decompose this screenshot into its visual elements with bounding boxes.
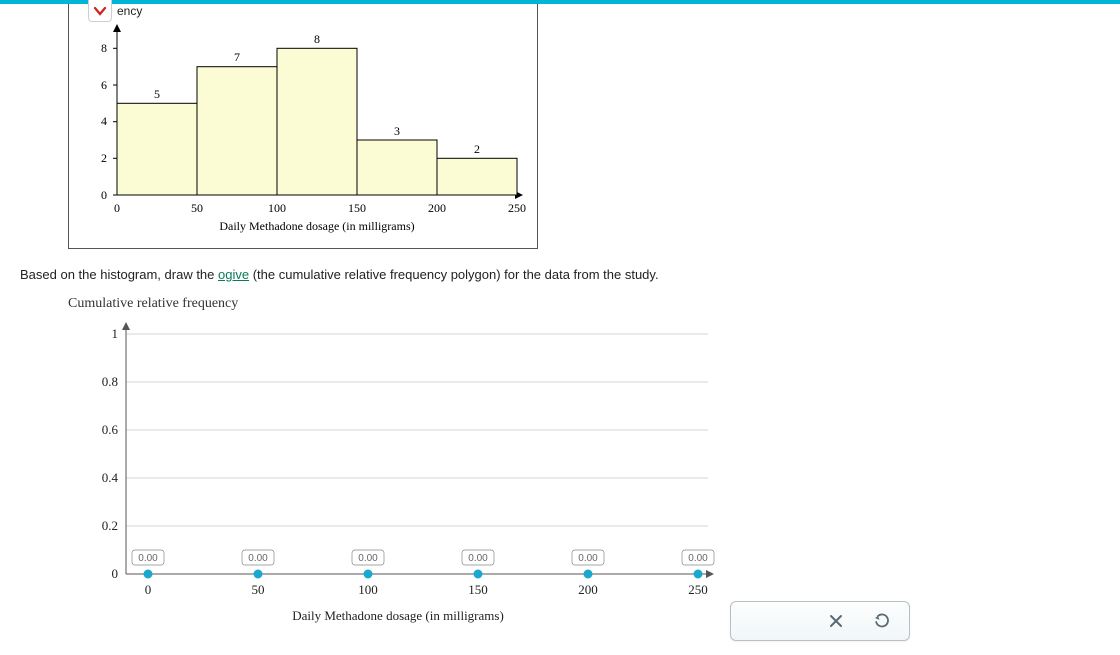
close-icon [829,614,843,628]
hist-ytick: 6 [101,78,107,92]
ogive-point-value: 0.00 [578,553,598,564]
undo-icon [874,613,890,629]
ogive-chart[interactable]: 0 0.2 0.4 0.6 0.8 1 0.00 0.00 0.00 0. [68,314,728,604]
ogive-point-handle[interactable] [694,570,703,579]
question-prompt: Based on the histogram, draw the ogive (… [20,267,1100,282]
hist-xtick: 50 [191,201,203,215]
histogram-ylabel: ency [77,4,529,20]
hist-bar [117,103,197,195]
hist-bar-label: 5 [154,87,160,101]
ogive-ytick: 1 [112,326,119,341]
hist-bar-label: 7 [234,50,240,64]
ogive-point-value: 0.00 [468,553,488,564]
hist-xtick: 150 [348,201,366,215]
ogive-xtick: 100 [358,582,378,597]
hist-xtick: 0 [114,201,120,215]
hist-xtick: 100 [268,201,286,215]
ogive-ytick: 0 [112,566,119,581]
clear-button[interactable] [827,612,845,630]
hist-bar-label: 3 [394,124,400,138]
hist-bar [357,140,437,195]
ogive-point-handle[interactable] [474,570,483,579]
hist-bar-label: 2 [474,142,480,156]
histogram-chart: 0 2 4 6 8 5 7 8 [77,20,531,240]
ogive-ytick: 0.4 [102,470,119,485]
chevron-down-icon [93,4,107,18]
ogive-xtick: 50 [252,582,265,597]
ogive-ytick: 0.2 [102,518,118,533]
hist-bar [197,67,277,195]
ogive-point-handle[interactable] [254,570,263,579]
ogive-title: Cumulative relative frequency [68,296,1100,312]
hist-ytick: 2 [101,151,107,165]
ogive-xtick: 200 [578,582,598,597]
ogive-point-handle[interactable] [584,570,593,579]
hist-bar-label: 8 [314,32,320,46]
ogive-point-value: 0.00 [358,553,378,564]
hist-ytick: 8 [101,41,107,55]
histogram-xlabel: Daily Methadone dosage (in milligrams) [219,219,414,233]
hist-xtick: 200 [428,201,446,215]
ogive-panel: Cumulative relative frequency 0 0.2 0.4 … [68,296,1100,624]
hist-xtick: 250 [508,201,526,215]
ogive-point-handle[interactable] [364,570,373,579]
ogive-point-value: 0.00 [248,553,268,564]
ogive-point-handle[interactable] [144,570,153,579]
ogive-xtick: 150 [468,582,488,597]
prompt-prefix: Based on the histogram, draw the [20,267,218,282]
prompt-suffix: (the cumulative relative frequency polyg… [249,267,658,282]
ogive-xtick: 0 [145,582,152,597]
ogive-point-value: 0.00 [138,553,158,564]
hist-ytick: 4 [101,114,107,128]
ogive-ytick: 0.6 [102,422,119,437]
hist-bar [437,158,517,195]
ogive-xtick: 250 [688,582,708,597]
hist-ytick: 0 [101,188,107,202]
ogive-ytick: 0.8 [102,374,118,389]
histogram-panel: ency 0 2 4 6 8 [68,4,538,249]
ogive-xlabel: Daily Methadone dosage (in milligrams) [68,604,728,624]
hist-bar [277,48,357,195]
ogive-link[interactable]: ogive [218,267,249,282]
graph-toolbox [730,601,910,641]
reset-button[interactable] [873,612,891,630]
ogive-point-value: 0.00 [688,553,708,564]
collapse-toggle[interactable] [88,0,112,22]
